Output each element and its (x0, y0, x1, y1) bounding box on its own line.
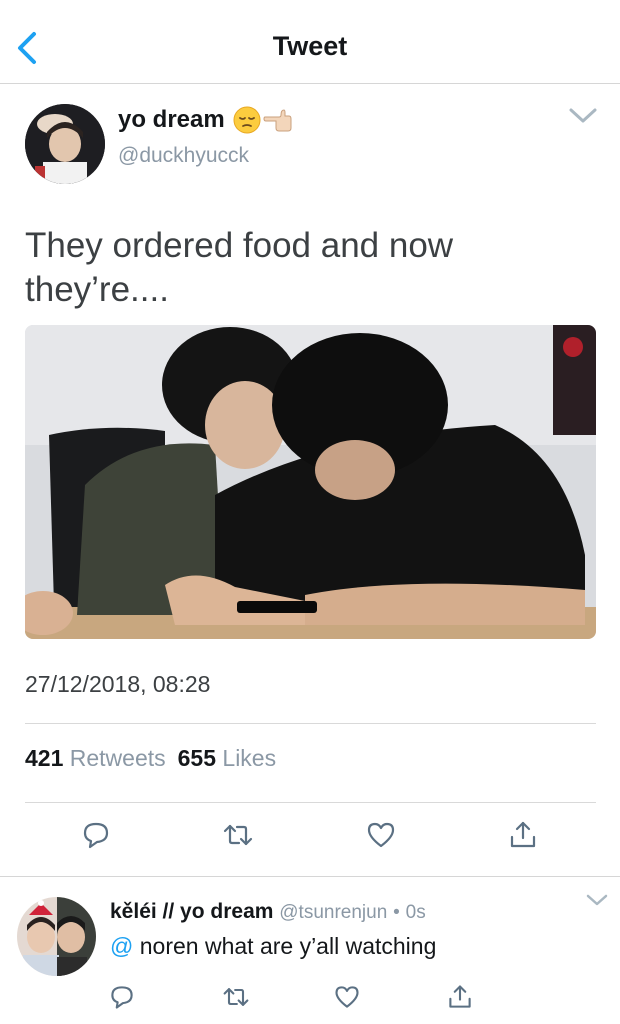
like-icon[interactable] (333, 983, 361, 1011)
reply-text: @ noren what are y’all watching (110, 933, 436, 960)
avatar[interactable] (17, 897, 96, 976)
retweets-count: 421 (25, 745, 64, 771)
avatar-photo (25, 104, 105, 184)
display-name[interactable]: yo dream (118, 106, 225, 134)
reply-avatar-photo (17, 897, 96, 976)
reply-header: kěléi // yo dream @tsunrenjun • 0s (110, 900, 426, 924)
reply-icon[interactable] (80, 819, 112, 851)
photo-illustration (25, 325, 596, 639)
navigation-bar: Tweet (0, 0, 620, 84)
retweet-icon[interactable] (222, 983, 250, 1011)
retweets-label: Retweets (69, 745, 166, 771)
reply-separator: • (393, 902, 400, 923)
tweet-timestamp: 27/12/2018, 08:28 (25, 671, 211, 697)
chevron-down-icon[interactable] (568, 104, 598, 128)
like-icon[interactable] (365, 819, 397, 851)
reply-actions (0, 983, 620, 1017)
tweet-stats: 421 Retweets 655 Likes (25, 745, 276, 772)
user-handle[interactable]: @duckhyucck (118, 144, 249, 168)
likes-stat[interactable]: 655 Likes (178, 745, 276, 772)
divider (25, 723, 596, 724)
reply-user-handle[interactable]: @tsunrenjun (279, 902, 387, 923)
likes-label: Likes (222, 745, 277, 771)
reply-time: 0s (405, 902, 426, 923)
page-title: Tweet (272, 31, 348, 61)
avatar[interactable] (25, 104, 105, 184)
share-icon[interactable] (507, 819, 539, 851)
tweet-text: They ordered food and now they’re.... (25, 226, 454, 309)
main-tweet: yo dream @duckhyucck They ordered food a… (0, 84, 620, 876)
author-name-row[interactable]: yo dream (118, 106, 293, 134)
retweets-stat[interactable]: 421 Retweets (25, 745, 166, 772)
divider (25, 802, 596, 803)
tweet-actions (0, 819, 620, 859)
chevron-down-icon[interactable] (585, 891, 609, 909)
reply-icon[interactable] (108, 983, 136, 1011)
reply-body: noren what are y’all watching (139, 933, 437, 959)
pointing-left-hand-emoji-icon (263, 109, 292, 132)
reply-tweet[interactable]: kěléi // yo dream @tsunrenjun • 0s @ nor… (0, 877, 620, 1024)
tweet-photo[interactable] (25, 325, 596, 639)
mention-link[interactable]: @ (110, 933, 133, 959)
pensive-face-emoji-icon (233, 106, 261, 134)
retweet-icon[interactable] (222, 819, 254, 851)
reply-display-name[interactable]: kěléi // yo dream (110, 900, 273, 923)
likes-count: 655 (177, 745, 217, 771)
share-icon[interactable] (446, 983, 474, 1011)
